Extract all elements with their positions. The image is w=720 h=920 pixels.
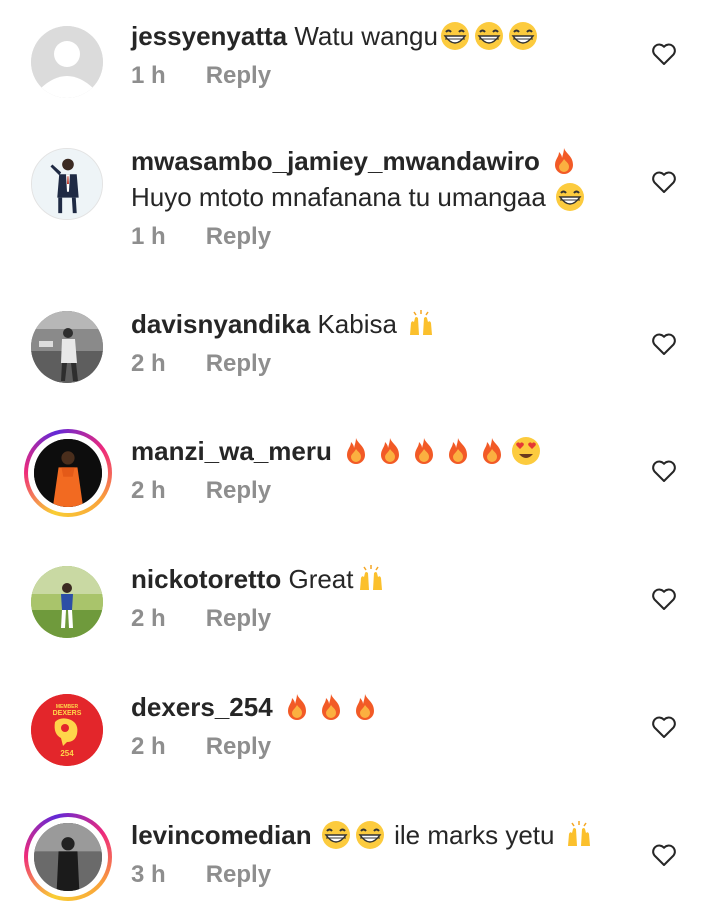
comments-list: jessyenyatta Watu wangu 1 h Reply mwasam… [0, 0, 720, 920]
comment-timestamp: 2 h [131, 350, 166, 377]
outdoor-photo-avatar-icon [31, 566, 103, 638]
comment-item: jessyenyatta Watu wangu 1 h Reply [0, 18, 720, 138]
dexers-logo-avatar-icon: MEMBER DEXERS 254 [31, 694, 103, 766]
grin-emoji-icon [440, 21, 470, 51]
grin-emoji-icon [355, 820, 385, 850]
bw-photo-avatar-icon [31, 311, 103, 383]
comment-text-line: manzi_wa_meru [131, 433, 631, 469]
like-heart-icon[interactable] [651, 332, 677, 356]
reply-button[interactable]: Reply [206, 733, 271, 761]
comment-text-line: mwasambo_jamiey_mwandawiro [131, 143, 631, 179]
comment-username[interactable]: levincomedian [131, 820, 312, 850]
comment-timestamp: 3 h [131, 861, 166, 888]
comment-text-line: Huyo mtoto mnafanana tu umangaa [131, 179, 631, 215]
comment-username[interactable]: manzi_wa_meru [131, 436, 332, 466]
comment-text: ile marks yetu [394, 820, 555, 850]
avatar-story-ring[interactable] [24, 813, 112, 901]
comment-text-line: nickotoretto Great [131, 561, 631, 597]
avatar[interactable] [26, 306, 108, 388]
like-heart-icon[interactable] [651, 587, 677, 611]
fire-emoji-icon [549, 146, 579, 176]
grin-emoji-icon [555, 182, 585, 212]
like-heart-icon[interactable] [651, 843, 677, 867]
comment-username[interactable]: nickotoretto [131, 564, 281, 594]
comment-text: Huyo mtoto mnafanana tu umangaa [131, 182, 546, 212]
raised-hands-emoji-icon [406, 309, 436, 339]
grin-emoji-icon [508, 21, 538, 51]
avatar[interactable] [26, 21, 108, 103]
heart-eyes-emoji-icon [511, 436, 541, 466]
woman-orange-dress-avatar-icon [34, 439, 102, 507]
comment-item: levincomedian ile marks yetu 3 h Reply [0, 813, 720, 920]
comment-username[interactable]: mwasambo_jamiey_mwandawiro [131, 146, 540, 176]
comment-text: Watu wangu [294, 21, 438, 51]
dexers-logo-number: 254 [60, 749, 74, 758]
fire-emoji-icon [477, 436, 507, 466]
comment-username[interactable]: dexers_254 [131, 692, 273, 722]
grin-emoji-icon [321, 820, 351, 850]
raised-hands-emoji-icon [356, 564, 386, 594]
like-heart-icon[interactable] [651, 459, 677, 483]
comment-item: nickotoretto Great 2 h Reply [0, 561, 720, 671]
comment-text: Great [288, 564, 354, 594]
reply-button[interactable]: Reply [206, 861, 271, 889]
avatar[interactable] [26, 143, 108, 225]
comment-text-line: dexers_254 [131, 689, 631, 725]
like-heart-icon[interactable] [651, 715, 677, 739]
bw-man-avatar-icon [34, 823, 102, 891]
reply-button[interactable]: Reply [206, 477, 271, 505]
comment-item: manzi_wa_meru 2 h Reply [0, 429, 720, 543]
comment-text-line: levincomedian ile marks yetu [131, 817, 631, 853]
raised-hands-emoji-icon [564, 820, 594, 850]
comment-timestamp: 2 h [131, 605, 166, 632]
like-heart-icon[interactable] [651, 42, 677, 66]
fire-emoji-icon [282, 692, 312, 722]
comment-timestamp: 1 h [131, 223, 166, 250]
comment-text-line: davisnyandika Kabisa [131, 306, 631, 342]
comment-text: Kabisa [317, 309, 397, 339]
default-avatar-icon [31, 26, 103, 98]
reply-button[interactable]: Reply [206, 350, 271, 378]
reply-button[interactable]: Reply [206, 62, 271, 90]
comment-timestamp: 1 h [131, 62, 166, 89]
comment-item: MEMBER DEXERS 254 dexers_254 2 h Reply [0, 689, 720, 799]
comment-username[interactable]: davisnyandika [131, 309, 310, 339]
dexers-logo-name: DEXERS [53, 710, 82, 717]
fire-emoji-icon [350, 692, 380, 722]
comment-item: mwasambo_jamiey_mwandawiro Huyo mtoto mn… [0, 143, 720, 283]
fire-emoji-icon [443, 436, 473, 466]
avatar[interactable]: MEMBER DEXERS 254 [26, 689, 108, 771]
reply-button[interactable]: Reply [206, 605, 271, 633]
fire-emoji-icon [316, 692, 346, 722]
comment-timestamp: 2 h [131, 733, 166, 760]
fire-emoji-icon [375, 436, 405, 466]
man-in-suit-avatar-icon [32, 149, 102, 219]
comment-item: davisnyandika Kabisa 2 h Reply [0, 306, 720, 416]
like-heart-icon[interactable] [651, 170, 677, 194]
avatar[interactable] [26, 561, 108, 643]
avatar-story-ring[interactable] [24, 429, 112, 517]
comment-text-line: jessyenyatta Watu wangu [131, 18, 631, 54]
comment-timestamp: 2 h [131, 477, 166, 504]
reply-button[interactable]: Reply [206, 223, 271, 251]
grin-emoji-icon [474, 21, 504, 51]
fire-emoji-icon [409, 436, 439, 466]
fire-emoji-icon [341, 436, 371, 466]
comment-username[interactable]: jessyenyatta [131, 21, 287, 51]
